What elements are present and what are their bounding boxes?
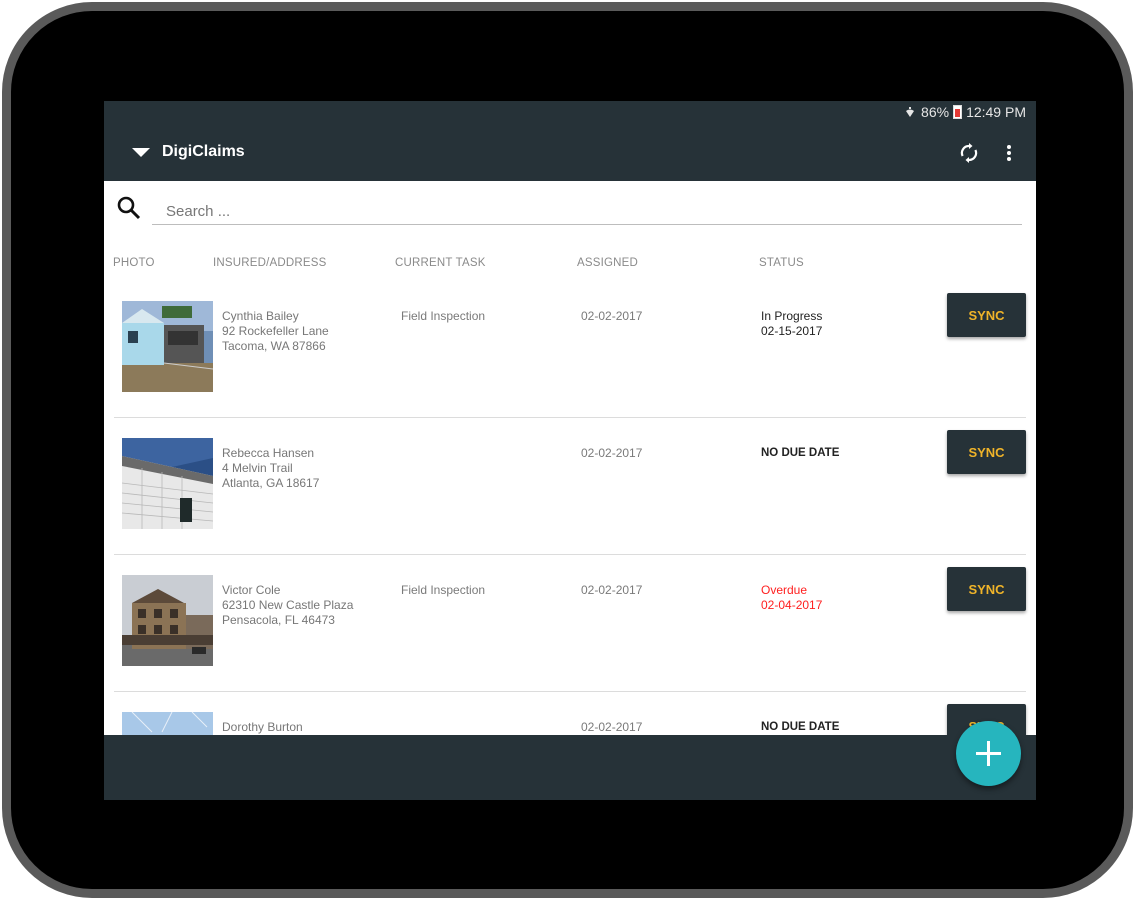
column-header-current-task: CURRENT TASK bbox=[395, 257, 486, 269]
insured-name: Rebecca Hansen bbox=[222, 446, 315, 460]
insured-name: Victor Cole bbox=[222, 583, 281, 597]
more-vert-icon[interactable] bbox=[997, 141, 1021, 165]
insured-address: Rebecca Hansen 4 Melvin Trail Atlanta, G… bbox=[222, 446, 319, 491]
search-bar bbox=[116, 195, 1026, 225]
app-bar: DigiClaims bbox=[104, 125, 1036, 181]
column-header-insured-address: INSURED/ADDRESS bbox=[213, 257, 327, 269]
status-text: Overdue 02-04-2017 bbox=[761, 583, 822, 613]
property-photo bbox=[122, 301, 213, 392]
insured-city: Tacoma, WA 87866 bbox=[222, 339, 326, 353]
status-text: In Progress 02-15-2017 bbox=[761, 309, 822, 339]
battery-icon bbox=[953, 105, 963, 119]
search-icon bbox=[117, 196, 141, 220]
sync-button[interactable]: SYNC bbox=[947, 293, 1026, 337]
status-bar: 86% 12:49 PM bbox=[104, 101, 1036, 125]
search-input[interactable] bbox=[152, 201, 1022, 225]
property-photo bbox=[122, 438, 213, 529]
insured-city: Atlanta, GA 18617 bbox=[222, 476, 320, 490]
claim-row[interactable]: Rebecca Hansen 4 Melvin Trail Atlanta, G… bbox=[104, 418, 1036, 555]
sync-button[interactable]: SYNC bbox=[947, 567, 1026, 611]
assigned-date: 02-02-2017 bbox=[581, 309, 643, 323]
insured-street: 92 Rockefeller Lane bbox=[222, 324, 329, 338]
app-screen: 86% 12:49 PM DigiClaims PHOTO INSURED/AD… bbox=[104, 101, 1036, 800]
plus-icon bbox=[976, 741, 1001, 766]
claims-list: Cynthia Bailey 92 Rockefeller Lane Tacom… bbox=[104, 281, 1036, 800]
status-label: Overdue bbox=[761, 583, 808, 597]
assigned-date: 02-02-2017 bbox=[581, 583, 643, 597]
battery-percent: 86% bbox=[921, 104, 950, 120]
clock: 12:49 PM bbox=[966, 104, 1026, 120]
assigned-date: 02-02-2017 bbox=[581, 720, 643, 734]
insured-address: Victor Cole 62310 New Castle Plaza Pensa… bbox=[222, 583, 353, 628]
property-photo bbox=[122, 575, 213, 666]
wifi-icon bbox=[906, 107, 915, 117]
column-header-photo: PHOTO bbox=[113, 257, 155, 269]
insured-street: 62310 New Castle Plaza bbox=[222, 598, 354, 612]
add-claim-button[interactable] bbox=[956, 721, 1021, 786]
bottom-bar bbox=[104, 735, 1036, 800]
status-due-date: 02-04-2017 bbox=[761, 598, 823, 612]
insured-name: Dorothy Burton bbox=[222, 720, 303, 734]
sync-button[interactable]: SYNC bbox=[947, 430, 1026, 474]
column-header-assigned: ASSIGNED bbox=[577, 257, 639, 269]
insured-city: Pensacola, FL 46473 bbox=[222, 613, 335, 627]
insured-street: 4 Melvin Trail bbox=[222, 461, 293, 475]
insured-name: Cynthia Bailey bbox=[222, 309, 299, 323]
account-dropdown-icon[interactable] bbox=[132, 148, 150, 157]
insured-address: Dorothy Burton bbox=[222, 720, 303, 735]
status-due-date: 02-15-2017 bbox=[761, 324, 823, 338]
claim-row[interactable]: Victor Cole 62310 New Castle Plaza Pensa… bbox=[104, 555, 1036, 692]
status-text: NO DUE DATE bbox=[761, 446, 839, 461]
claim-row[interactable]: Cynthia Bailey 92 Rockefeller Lane Tacom… bbox=[104, 281, 1036, 418]
status-label: NO DUE DATE bbox=[761, 721, 840, 733]
app-title: DigiClaims bbox=[162, 143, 245, 160]
insured-address: Cynthia Bailey 92 Rockefeller Lane Tacom… bbox=[222, 309, 329, 354]
current-task: Field Inspection bbox=[401, 583, 486, 597]
status-label: In Progress bbox=[761, 309, 823, 323]
assigned-date: 02-02-2017 bbox=[581, 446, 643, 460]
column-header-status: STATUS bbox=[759, 257, 804, 269]
status-label: NO DUE DATE bbox=[761, 447, 840, 459]
status-text: NO DUE DATE bbox=[761, 720, 839, 735]
refresh-icon[interactable] bbox=[957, 141, 981, 165]
current-task: Field Inspection bbox=[401, 309, 486, 323]
